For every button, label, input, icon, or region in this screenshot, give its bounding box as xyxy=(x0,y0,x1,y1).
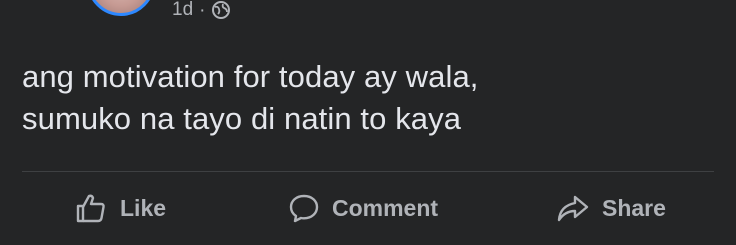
comment-bubble-icon xyxy=(288,192,320,224)
share-button[interactable]: Share xyxy=(556,190,666,226)
divider xyxy=(22,171,714,172)
meta-separator: · xyxy=(199,0,206,21)
comment-button[interactable]: Comment xyxy=(288,190,438,226)
thumbs-up-icon xyxy=(74,192,108,224)
share-label: Share xyxy=(602,194,666,221)
post-meta: 1d · xyxy=(172,0,231,20)
globe-icon xyxy=(211,0,231,20)
like-label: Like xyxy=(120,194,167,221)
post-actions: Like Comment Share xyxy=(0,190,736,226)
avatar[interactable] xyxy=(87,0,155,16)
share-arrow-icon xyxy=(556,192,590,224)
like-button[interactable]: Like xyxy=(74,190,166,226)
post-timestamp[interactable]: 1d xyxy=(172,0,193,21)
post-text: ang motivation for today ay wala, sumuko… xyxy=(22,59,479,136)
comment-label: Comment xyxy=(332,194,439,221)
